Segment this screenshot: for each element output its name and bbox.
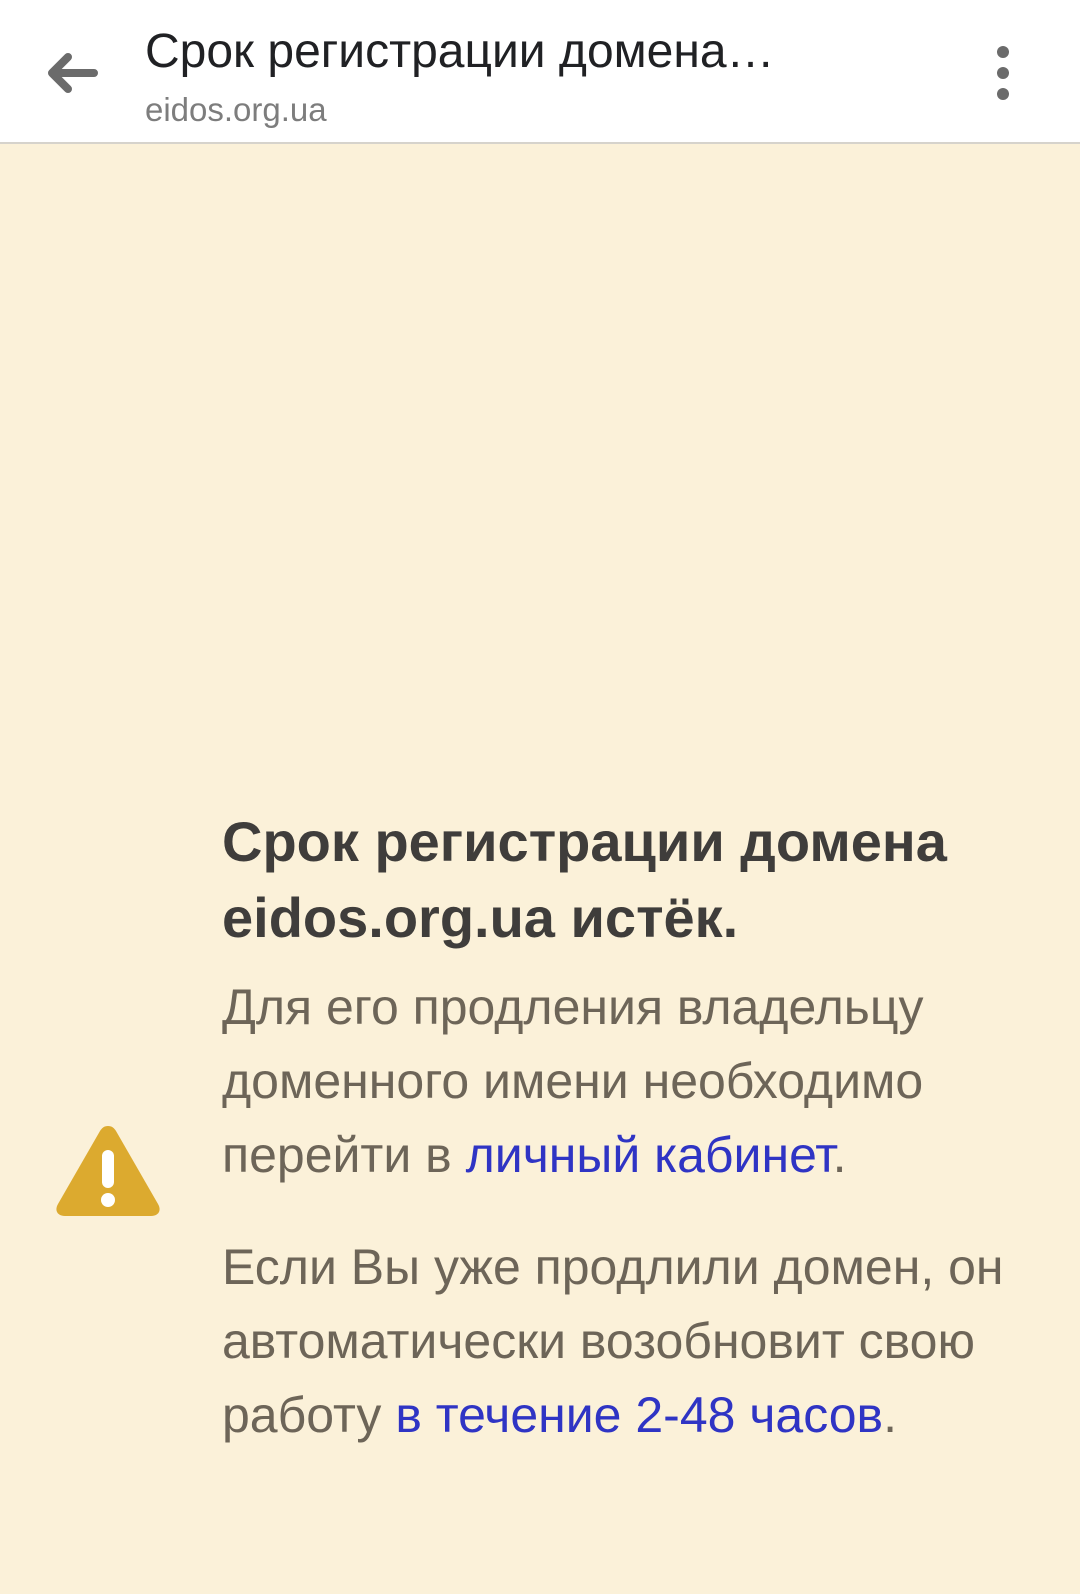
- personal-cabinet-link[interactable]: личный кабинет: [466, 1127, 833, 1183]
- timeframe-link[interactable]: в течение 2-48 часов: [395, 1387, 883, 1443]
- resume-paragraph: Если Вы уже продлили домен, он автоматич…: [222, 1230, 1022, 1452]
- more-vert-icon: [997, 46, 1009, 58]
- arrow-left-icon: [48, 53, 98, 93]
- back-button[interactable]: [38, 40, 104, 106]
- renewal-paragraph: Для его продления владельцу доменного им…: [222, 970, 1022, 1192]
- more-vert-icon-dot: [997, 67, 1009, 79]
- more-options-button[interactable]: [975, 40, 1031, 106]
- app-toolbar: Срок регистрации домена… eidos.org.ua: [0, 0, 1080, 144]
- page-url: eidos.org.ua: [145, 91, 327, 128]
- resume-text-end: .: [883, 1387, 898, 1443]
- expired-notice: Срок регистрации домена eidos.org.ua ист…: [222, 804, 1022, 1452]
- renewal-text-end: .: [832, 1127, 847, 1183]
- notice-headline: Срок регистрации домена eidos.org.ua ист…: [222, 810, 947, 949]
- more-vert-icon-dot: [997, 88, 1009, 100]
- page-title: Срок регистрации домена…: [145, 25, 775, 78]
- warning-icon: [56, 1126, 160, 1216]
